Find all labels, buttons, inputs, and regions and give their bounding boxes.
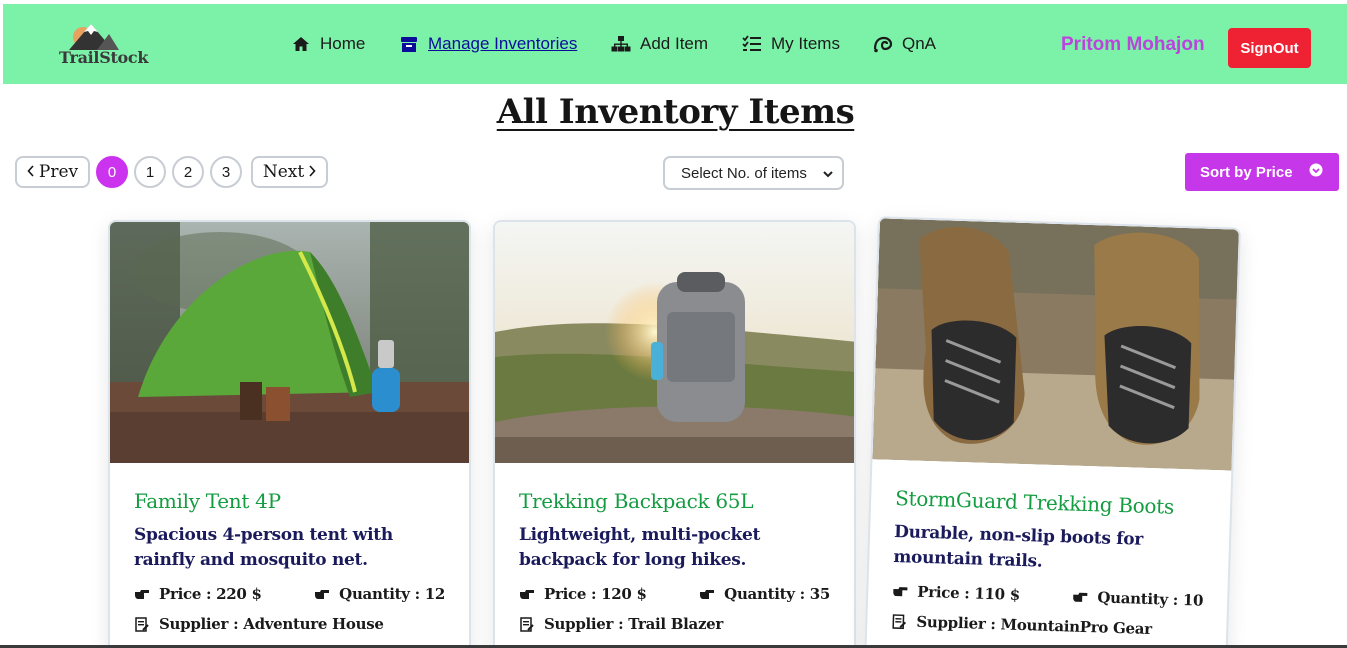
item-quantity: Quantity : 35	[699, 585, 830, 603]
nav-label: My Items	[771, 34, 840, 53]
sitemap-icon	[611, 34, 631, 54]
user-name[interactable]: Pritom Mohajon	[1061, 34, 1205, 56]
next-page-button[interactable]: Next	[251, 156, 328, 188]
inventory-card: Family Tent 4P Spacious 4-person tent wi…	[108, 220, 471, 648]
item-description: Durable, non-slip boots for mountain tra…	[893, 521, 1144, 572]
item-quantity: Quantity : 10	[1072, 588, 1203, 610]
nav-item-my-items[interactable]: My Items	[742, 34, 840, 54]
next-label: Next	[262, 162, 305, 182]
nav-label: Add Item	[640, 34, 709, 53]
brand-logo[interactable]: TrailStock	[57, 22, 149, 70]
item-image-boots	[872, 218, 1239, 471]
inventory-card: StormGuard Trekking Boots Durable, non-s…	[864, 216, 1241, 648]
hand-point-right-icon	[314, 586, 330, 602]
item-image-tent	[110, 222, 469, 463]
sort-label: Sort by Price	[1200, 163, 1293, 181]
item-price: Price : 120 $	[519, 585, 647, 603]
items-per-page-select[interactable]: Select No. of items	[663, 156, 844, 190]
hand-point-right-icon	[519, 586, 535, 602]
chevron-left-icon	[27, 162, 35, 182]
chevron-down-icon	[822, 167, 834, 184]
list-check-icon	[742, 34, 762, 54]
page-number-button[interactable]: 1	[134, 156, 166, 188]
page-title: All Inventory Items	[496, 92, 855, 132]
hand-point-right-icon	[134, 586, 150, 602]
nav-label: Home	[320, 34, 366, 53]
brand-name: TrailStock	[59, 48, 149, 67]
nav-item-add-item[interactable]: Add Item	[611, 34, 708, 54]
edit-note-icon	[134, 616, 150, 632]
item-price: Price : 220 $	[134, 585, 262, 603]
mountain-logo-icon	[69, 24, 119, 50]
item-image-backpack	[495, 222, 854, 463]
hand-point-right-icon	[699, 586, 715, 602]
item-title[interactable]: Family Tent 4P	[134, 489, 445, 513]
nav-label: QnA	[902, 34, 937, 53]
item-description: Lightweight, multi-pocket backpack for l…	[519, 525, 761, 570]
sort-by-price-button[interactable]: Sort by Price	[1185, 153, 1339, 191]
item-supplier: Supplier : MountainPro Gear	[891, 612, 1202, 640]
signout-button[interactable]: SignOut	[1228, 28, 1311, 68]
item-title[interactable]: Trekking Backpack 65L	[519, 489, 830, 513]
hand-point-right-icon	[1072, 589, 1088, 605]
page-number-button[interactable]: 2	[172, 156, 204, 188]
archive-box-icon	[399, 34, 419, 54]
home-icon	[291, 34, 311, 54]
chevron-right-icon	[308, 162, 316, 182]
inventory-card: Trekking Backpack 65L Lightweight, multi…	[493, 220, 856, 648]
item-supplier: Supplier : Adventure House	[134, 615, 445, 633]
item-supplier: Supplier : Trail Blazer	[519, 615, 830, 633]
item-quantity: Quantity : 12	[314, 585, 445, 603]
top-navbar: TrailStock Home Manage Inventories Add I…	[3, 4, 1347, 84]
chevron-circle-down-icon	[1309, 163, 1323, 181]
select-value: Select No. of items	[681, 164, 807, 182]
edit-note-icon	[891, 613, 907, 629]
page-number-button[interactable]: 3	[210, 156, 242, 188]
nav-label: Manage Inventories	[428, 34, 578, 53]
page-number-button[interactable]: 0	[96, 156, 128, 188]
prev-label: Prev	[38, 162, 79, 182]
nav-item-qna[interactable]: QnA	[873, 34, 936, 54]
nav-item-manage-inventories[interactable]: Manage Inventories	[399, 34, 577, 54]
nav-item-home[interactable]: Home	[291, 34, 365, 54]
question-icon	[873, 34, 893, 54]
item-title[interactable]: StormGuard Trekking Boots	[895, 486, 1207, 520]
prev-page-button[interactable]: Prev	[15, 156, 90, 188]
item-price: Price : 110 $	[892, 582, 1020, 604]
hand-point-right-icon	[892, 583, 908, 599]
item-description: Spacious 4-person tent with rainfly and …	[134, 525, 393, 570]
edit-note-icon	[519, 616, 535, 632]
